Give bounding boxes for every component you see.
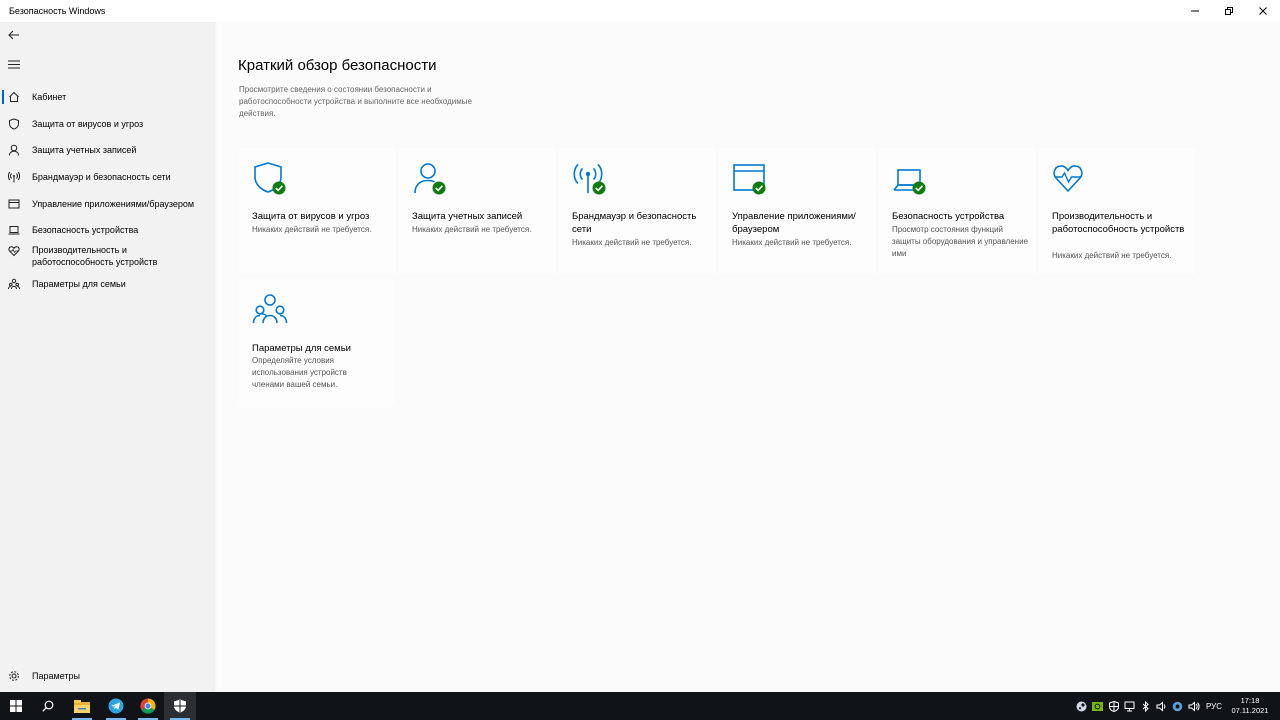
sidebar-item-device-performance[interactable]: Производительность и работоспособность у… bbox=[0, 244, 213, 270]
page-title: Краткий обзор безопасности bbox=[238, 57, 437, 74]
system-tray: РУС 17:18 07.11.2021 bbox=[1074, 692, 1280, 720]
person-icon bbox=[7, 143, 21, 157]
sidebar-item-account-protection[interactable]: Защита учетных записей bbox=[0, 143, 213, 157]
sidebar-item-virus-protection[interactable]: Защита от вирусов и угроз bbox=[0, 117, 213, 131]
clock-date: 07.11.2021 bbox=[1231, 706, 1269, 715]
main-content: Краткий обзор безопасности Просмотрите с… bbox=[217, 22, 1280, 692]
sidebar-item-settings[interactable]: Параметры bbox=[0, 669, 213, 683]
file-explorer-icon bbox=[74, 699, 90, 713]
bluetooth-tray-icon[interactable] bbox=[1138, 692, 1154, 720]
search-button[interactable] bbox=[32, 692, 64, 720]
laptop-icon bbox=[892, 161, 928, 197]
shield-icon bbox=[252, 161, 288, 197]
sidebar-item-label: Безопасность устройства bbox=[32, 225, 139, 235]
title-bar: Безопасность Windows bbox=[0, 0, 1280, 22]
taskbar-telegram[interactable] bbox=[100, 692, 132, 720]
close-button[interactable] bbox=[1246, 0, 1280, 22]
tile-status: Никаких действий не требуется. bbox=[732, 238, 852, 247]
window-controls bbox=[1178, 0, 1280, 22]
sidebar-item-label: Параметры для семьи bbox=[32, 279, 126, 289]
sidebar-item-firewall[interactable]: Брандмауэр и безопасность сети bbox=[0, 170, 213, 184]
antenna-icon bbox=[7, 170, 21, 184]
browser-window-icon bbox=[732, 161, 768, 197]
selection-indicator bbox=[2, 90, 4, 104]
nvidia-tray-icon[interactable] bbox=[1090, 692, 1106, 720]
tile-virus-protection[interactable]: Защита от вирусов и угроз Никаких действ… bbox=[239, 148, 395, 274]
tile-title: Производительность и работоспособность у… bbox=[1052, 211, 1185, 235]
restore-button[interactable] bbox=[1212, 0, 1246, 22]
windows-start-icon bbox=[10, 700, 22, 712]
tile-device-performance[interactable]: Производительность и работоспособность у… bbox=[1039, 148, 1195, 274]
sidebar: Кабинет Защита от вирусов и угроз Защита… bbox=[0, 22, 213, 692]
close-icon bbox=[1259, 7, 1267, 15]
taskbar: РУС 17:18 07.11.2021 bbox=[0, 692, 1280, 720]
tile-status: Никаких действий не требуется. bbox=[252, 225, 372, 234]
sidebar-item-label: Производительность и работоспособность у… bbox=[32, 245, 158, 267]
sidebar-item-device-security[interactable]: Безопасность устройства bbox=[0, 223, 213, 237]
sidebar-item-label: Защита учетных записей bbox=[32, 145, 137, 155]
browser-window-icon bbox=[7, 197, 21, 211]
shield-icon bbox=[7, 117, 21, 131]
back-button[interactable] bbox=[6, 28, 22, 42]
family-icon bbox=[252, 293, 288, 329]
tile-title: Защита учетных записей bbox=[412, 211, 523, 222]
heart-icon bbox=[1052, 161, 1088, 197]
window-title: Безопасность Windows bbox=[9, 6, 106, 16]
start-button[interactable] bbox=[0, 692, 32, 720]
heart-icon bbox=[7, 244, 21, 258]
search-icon bbox=[42, 700, 54, 712]
taskbar-chrome[interactable] bbox=[132, 692, 164, 720]
tile-title: Безопасность устройства bbox=[892, 211, 1005, 222]
tile-status: Определяйте условия использования устрой… bbox=[252, 356, 347, 389]
sidebar-item-home[interactable]: Кабинет bbox=[0, 90, 213, 104]
sidebar-item-app-browser-control[interactable]: Управление приложениями/браузером bbox=[0, 197, 213, 211]
tile-title: Параметры для семьи bbox=[252, 343, 351, 354]
tile-firewall[interactable]: Брандмауэр и безопасность сети Никаких д… bbox=[559, 148, 715, 274]
volume-tray-icon[interactable] bbox=[1154, 692, 1170, 720]
sidebar-item-label: Брандмауэр и безопасность сети bbox=[32, 172, 171, 182]
sidebar-item-label: Управление приложениями/браузером bbox=[32, 199, 195, 209]
hamburger-menu-button[interactable] bbox=[6, 57, 22, 71]
network-tray-icon[interactable] bbox=[1122, 692, 1138, 720]
tile-title: Защита от вирусов и угроз bbox=[252, 211, 370, 222]
family-icon bbox=[7, 277, 21, 291]
clock-time: 17:18 bbox=[1240, 696, 1260, 705]
taskbar-windows-security[interactable] bbox=[164, 692, 196, 720]
sidebar-item-family-options[interactable]: Параметры для семьи bbox=[0, 277, 213, 291]
chrome-icon bbox=[140, 698, 156, 714]
tile-status: Просмотр состояния функций защиты оборуд… bbox=[892, 225, 1028, 258]
tile-app-browser-control[interactable]: Управление приложениями/браузером Никаки… bbox=[719, 148, 875, 274]
gear-icon bbox=[7, 669, 21, 683]
hamburger-icon bbox=[8, 60, 20, 68]
sidebar-item-label: Кабинет bbox=[32, 92, 67, 102]
sidebar-item-label: Параметры bbox=[32, 671, 80, 681]
taskbar-file-explorer[interactable] bbox=[66, 692, 98, 720]
laptop-icon bbox=[7, 223, 21, 237]
page-description: Просмотрите сведения о состоянии безопас… bbox=[239, 85, 472, 118]
minimize-icon bbox=[1191, 10, 1199, 12]
windows-security-icon bbox=[174, 699, 186, 713]
tile-family-options[interactable]: Параметры для семьи Определяйте условия … bbox=[239, 280, 395, 406]
tile-status: Никаких действий не требуется. bbox=[1052, 251, 1172, 260]
clock[interactable]: 17:18 07.11.2021 bbox=[1228, 696, 1272, 716]
person-icon bbox=[412, 161, 448, 197]
input-language[interactable]: РУС bbox=[1206, 702, 1222, 711]
tile-device-security[interactable]: Безопасность устройства Просмотр состоян… bbox=[879, 148, 1035, 274]
cloud-tray-icon[interactable] bbox=[1170, 692, 1186, 720]
restore-icon bbox=[1225, 7, 1233, 15]
tile-status: Никаких действий не требуется. bbox=[572, 238, 692, 247]
sidebar-item-label: Защита от вирусов и угроз bbox=[32, 119, 144, 129]
tile-title: Брандмауэр и безопасность сети bbox=[572, 211, 697, 235]
shield-tray-icon[interactable] bbox=[1106, 692, 1122, 720]
antenna-icon bbox=[572, 161, 608, 197]
tile-status: Никаких действий не требуется. bbox=[412, 225, 532, 234]
tile-title: Управление приложениями/браузером bbox=[732, 211, 856, 235]
tile-account-protection[interactable]: Защита учетных записей Никаких действий … bbox=[399, 148, 555, 274]
back-arrow-icon bbox=[8, 30, 19, 40]
minimize-button[interactable] bbox=[1178, 0, 1212, 22]
telegram-icon bbox=[108, 698, 124, 714]
home-icon bbox=[7, 90, 21, 104]
speaker-tray-icon[interactable] bbox=[1186, 692, 1202, 720]
steam-tray-icon[interactable] bbox=[1074, 692, 1090, 720]
